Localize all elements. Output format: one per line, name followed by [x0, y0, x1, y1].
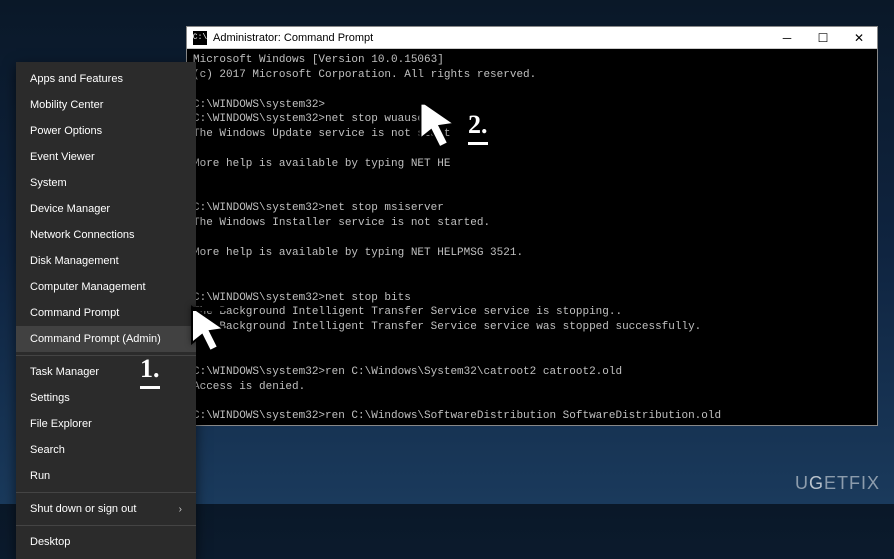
menu-item-event-viewer[interactable]: Event Viewer — [16, 144, 196, 170]
menu-separator — [16, 355, 196, 356]
menu-item-search[interactable]: Search — [16, 437, 196, 463]
menu-item-label: Run — [30, 470, 50, 482]
menu-item-label: Computer Management — [30, 281, 146, 293]
menu-item-command-prompt[interactable]: Command Prompt — [16, 300, 196, 326]
chevron-right-icon: › — [179, 504, 182, 515]
window-controls: ─ ☐ ✕ — [769, 27, 877, 49]
menu-item-label: Event Viewer — [30, 151, 95, 163]
menu-item-disk-management[interactable]: Disk Management — [16, 248, 196, 274]
menu-item-settings[interactable]: Settings — [16, 385, 196, 411]
menu-item-run[interactable]: Run — [16, 463, 196, 489]
menu-item-command-prompt-admin[interactable]: Command Prompt (Admin) — [16, 326, 196, 352]
menu-item-label: Desktop — [30, 536, 70, 548]
menu-separator — [16, 492, 196, 493]
menu-item-label: Settings — [30, 392, 70, 404]
menu-item-system[interactable]: System — [16, 170, 196, 196]
menu-item-label: Network Connections — [30, 229, 135, 241]
menu-item-label: Shut down or sign out — [30, 503, 136, 515]
menu-item-shut-down-or-sign-out[interactable]: Shut down or sign out › — [16, 496, 196, 522]
window-titlebar[interactable]: C:\ Administrator: Command Prompt ─ ☐ ✕ — [187, 27, 877, 49]
winx-context-menu: Apps and Features Mobility Center Power Op… — [16, 62, 196, 559]
menu-item-label: Command Prompt — [30, 307, 119, 319]
annotation-number-2: 2. — [468, 110, 488, 145]
minimize-button[interactable]: ─ — [769, 27, 805, 49]
menu-item-label: File Explorer — [30, 418, 92, 430]
menu-item-label: Search — [30, 444, 65, 456]
menu-item-apps-and-features[interactable]: Apps and Features — [16, 66, 196, 92]
menu-item-label: Power Options — [30, 125, 102, 137]
menu-item-label: Device Manager — [30, 203, 110, 215]
menu-item-desktop[interactable]: Desktop — [16, 529, 196, 555]
menu-item-label: Mobility Center — [30, 99, 103, 111]
menu-item-computer-management[interactable]: Computer Management — [16, 274, 196, 300]
menu-item-network-connections[interactable]: Network Connections — [16, 222, 196, 248]
window-title: Administrator: Command Prompt — [213, 32, 769, 44]
menu-item-power-options[interactable]: Power Options — [16, 118, 196, 144]
close-button[interactable]: ✕ — [841, 27, 877, 49]
menu-item-task-manager[interactable]: Task Manager — [16, 359, 196, 385]
menu-item-file-explorer[interactable]: File Explorer — [16, 411, 196, 437]
menu-item-label: Task Manager — [30, 366, 99, 378]
menu-item-label: Apps and Features — [30, 73, 123, 85]
menu-separator — [16, 525, 196, 526]
menu-item-mobility-center[interactable]: Mobility Center — [16, 92, 196, 118]
command-prompt-window: C:\ Administrator: Command Prompt ─ ☐ ✕ … — [186, 26, 878, 426]
watermark: UGETFIX — [795, 473, 880, 494]
maximize-button[interactable]: ☐ — [805, 27, 841, 49]
cmd-icon: C:\ — [193, 31, 207, 45]
menu-item-label: Disk Management — [30, 255, 119, 267]
menu-item-label: Command Prompt (Admin) — [30, 333, 161, 345]
menu-item-label: System — [30, 177, 67, 189]
menu-item-device-manager[interactable]: Device Manager — [16, 196, 196, 222]
terminal-output[interactable]: Microsoft Windows [Version 10.0.15063] (… — [187, 49, 877, 425]
annotation-number-1: 1. — [140, 354, 160, 389]
annotation-cursor-1 — [186, 301, 246, 361]
